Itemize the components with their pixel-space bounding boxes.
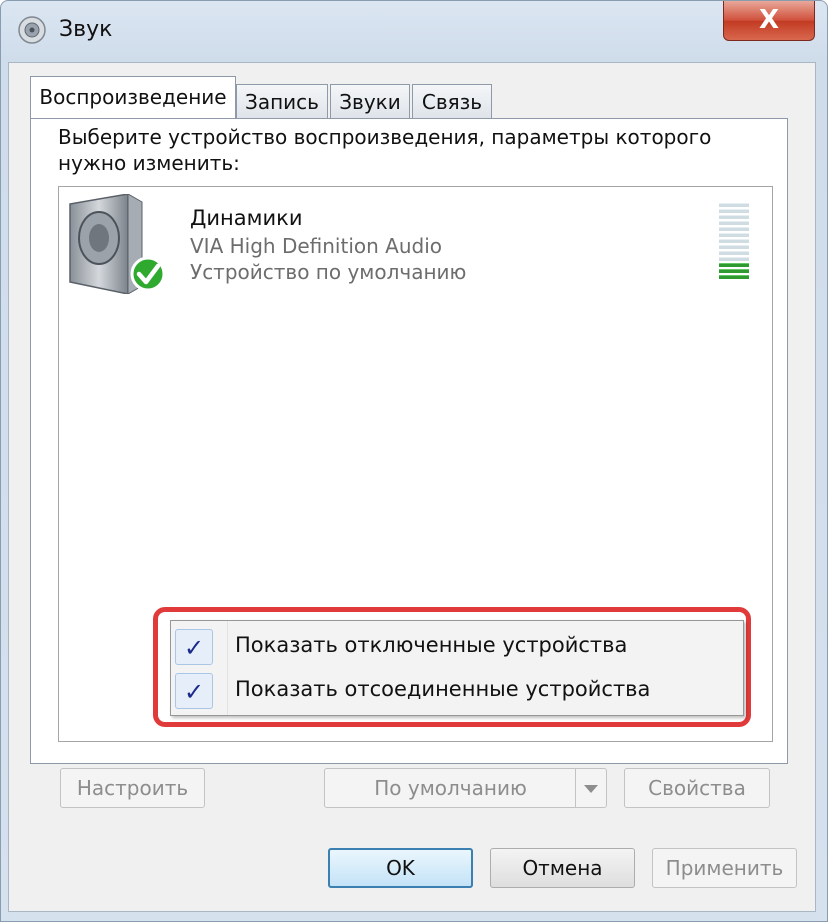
set-default-label: По умолчанию <box>374 776 527 800</box>
tab-playback[interactable]: Воспроизведение <box>30 76 236 118</box>
menu-item-show-disabled[interactable]: ✓ Показать отключенные устройства <box>171 625 743 669</box>
menu-item-label: Показать отсоединенные устройства <box>235 677 651 701</box>
level-bar <box>719 263 749 267</box>
speaker-device-icon[interactable] <box>66 194 170 294</box>
configure-button[interactable]: Настроить <box>60 768 205 808</box>
checkmark-icon: ✓ <box>175 673 213 709</box>
tab-sounds[interactable]: Звуки <box>330 84 410 118</box>
volume-level-meter <box>719 203 749 281</box>
dropdown-arrow-icon[interactable] <box>575 769 606 807</box>
level-bar <box>719 275 749 279</box>
level-bar <box>719 269 749 273</box>
level-bar <box>719 245 749 249</box>
device-status: Устройство по умолчанию <box>190 260 467 284</box>
level-bar <box>719 239 749 243</box>
level-bar <box>719 209 749 213</box>
instruction-text: Выберите устройство воспроизведения, пар… <box>58 125 712 175</box>
close-button[interactable]: X <box>723 1 815 41</box>
level-bar <box>719 215 749 219</box>
set-default-button[interactable]: По умолчанию <box>324 768 607 808</box>
level-bar <box>719 251 749 255</box>
level-bar <box>719 257 749 261</box>
tab-recording[interactable]: Запись <box>236 84 328 118</box>
checkmark-icon: ✓ <box>175 629 213 665</box>
level-bar <box>719 227 749 231</box>
device-name: Динамики <box>190 206 303 230</box>
title-bar[interactable]: Звук X <box>1 1 827 63</box>
menu-item-label: Показать отключенные устройства <box>235 633 628 657</box>
context-menu: ✓ Показать отключенные устройства ✓ Пока… <box>170 620 744 716</box>
window-title: Звук <box>59 17 113 42</box>
apply-button[interactable]: Применить <box>652 848 797 888</box>
speaker-app-icon <box>18 16 46 44</box>
level-bar <box>719 221 749 225</box>
ok-button[interactable]: OK <box>328 848 473 888</box>
level-bar <box>719 203 749 207</box>
device-driver: VIA High Definition Audio <box>190 234 442 258</box>
tab-communications[interactable]: Связь <box>412 84 492 118</box>
properties-button[interactable]: Свойства <box>624 768 770 808</box>
level-bar <box>719 233 749 237</box>
cancel-button[interactable]: Отмена <box>490 848 635 888</box>
menu-item-show-disconnected[interactable]: ✓ Показать отсоединенные устройства <box>171 669 743 713</box>
